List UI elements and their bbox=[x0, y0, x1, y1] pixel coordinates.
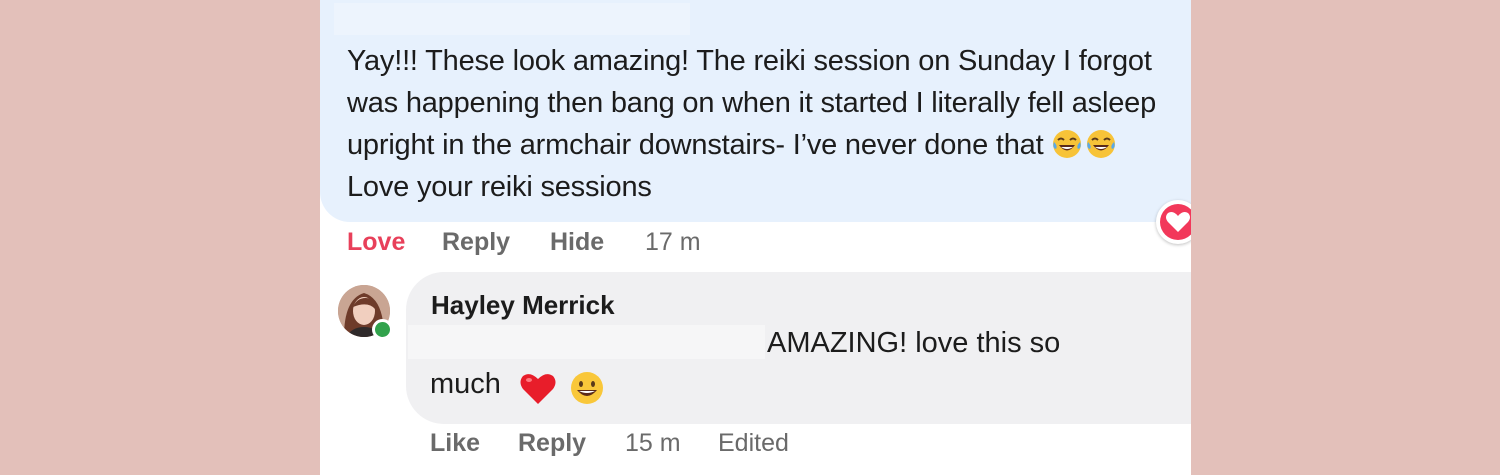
like-action[interactable]: Like bbox=[430, 429, 480, 458]
reply-action[interactable]: Reply bbox=[518, 429, 586, 458]
reply-text-line2: much bbox=[430, 368, 501, 400]
redacted-author-name bbox=[334, 3, 690, 35]
online-status-dot bbox=[372, 319, 393, 340]
love-action[interactable]: Love bbox=[347, 228, 405, 257]
redacted-mention bbox=[408, 325, 765, 359]
red-heart-emoji-icon bbox=[520, 374, 556, 404]
comment-timestamp: 17 m bbox=[645, 228, 701, 256]
reply-timestamp: 15 m bbox=[625, 429, 681, 457]
reply-action[interactable]: Reply bbox=[442, 228, 510, 257]
edited-label: Edited bbox=[718, 429, 789, 457]
comment-thread: Yay!!! These look amazing! The reiki ses… bbox=[320, 0, 1191, 475]
comment-body: Yay!!! These look amazing! The reiki ses… bbox=[347, 45, 1156, 161]
tears-of-joy-emoji-icon bbox=[1053, 130, 1082, 158]
comment-text: Yay!!! These look amazing! The reiki ses… bbox=[347, 40, 1182, 208]
reply-text-line1: AMAZING! love this so bbox=[767, 327, 1061, 359]
grinning-face-emoji-icon bbox=[571, 372, 603, 404]
reply-author-name[interactable]: Hayley Merrick bbox=[431, 290, 615, 321]
hide-action[interactable]: Hide bbox=[550, 228, 604, 257]
tears-of-joy-emoji-icon bbox=[1087, 130, 1116, 158]
love-heart-icon bbox=[1166, 212, 1190, 232]
love-reaction-badge[interactable] bbox=[1156, 200, 1191, 244]
comment-body-end: Love your reiki sessions bbox=[347, 171, 652, 203]
